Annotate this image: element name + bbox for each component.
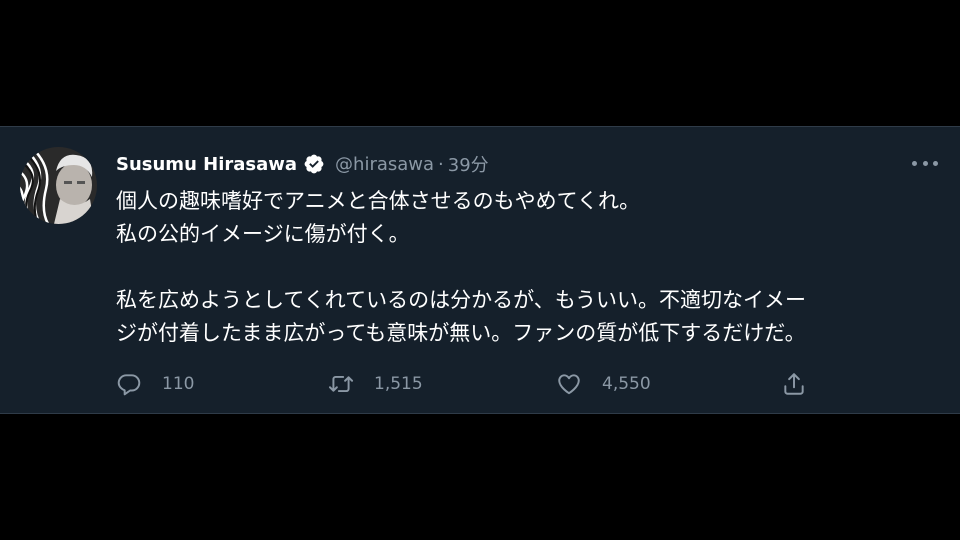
tweet-line: 私を広めようとしてくれているのは分かるが、もういい。不適切なイメー xyxy=(116,288,807,312)
heart-icon xyxy=(558,374,580,395)
reply-count: 110 xyxy=(162,374,195,394)
tweet-line: 個人の趣味嗜好でアニメと合体させるのもやめてくれ。 xyxy=(116,189,641,213)
like-count: 4,550 xyxy=(602,374,651,394)
verified-badge-icon xyxy=(303,153,325,175)
tweet-card[interactable]: Susumu Hirasawa @hirasawa · 39分 個人の趣味嗜好で… xyxy=(0,126,960,414)
share-icon xyxy=(784,373,804,395)
tweet-line: 私の公的イメージに傷が付く。 xyxy=(116,222,410,246)
share-button[interactable] xyxy=(781,369,807,399)
like-button[interactable]: 4,550 xyxy=(556,369,651,399)
retweet-icon xyxy=(328,375,354,393)
separator-dot: · xyxy=(438,153,444,175)
tweet-time[interactable]: 39分 xyxy=(448,151,489,177)
display-name[interactable]: Susumu Hirasawa xyxy=(116,154,297,175)
reply-icon xyxy=(117,374,141,396)
author-handle[interactable]: @hirasawa xyxy=(335,154,434,175)
avatar-image xyxy=(20,147,97,224)
tweet-text: 個人の趣味嗜好でアニメと合体させるのもやめてくれ。 私の公的イメージに傷が付く。… xyxy=(116,185,936,350)
retweet-count: 1,515 xyxy=(374,374,423,394)
tweet-actions: 110 1,515 4,550 xyxy=(116,369,816,399)
tweet-header: Susumu Hirasawa @hirasawa · 39分 xyxy=(116,151,489,177)
more-icon[interactable] xyxy=(912,153,938,173)
avatar[interactable] xyxy=(20,147,97,224)
reply-button[interactable]: 110 xyxy=(116,369,194,399)
retweet-button[interactable]: 1,515 xyxy=(328,369,423,399)
tweet-line: ジが付着したまま広がっても意味が無い。ファンの質が低下するだけだ。 xyxy=(116,321,806,345)
